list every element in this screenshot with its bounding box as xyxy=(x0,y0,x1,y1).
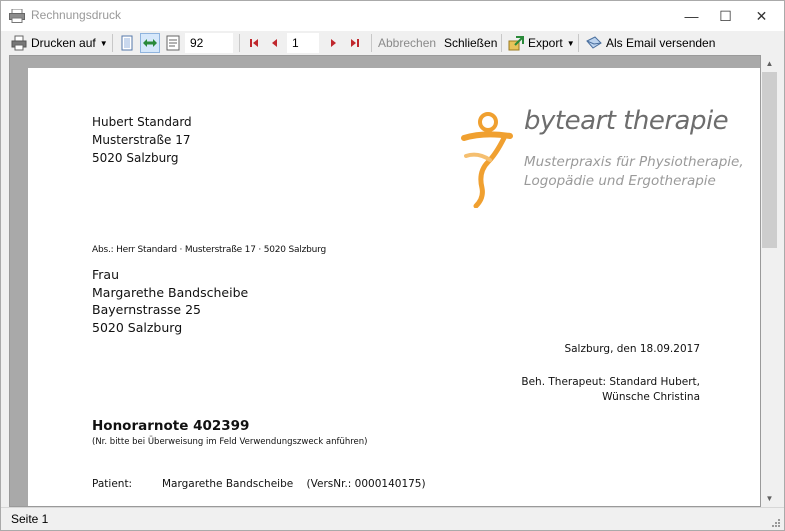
toolbar-separator xyxy=(112,34,113,52)
print-to-button[interactable]: Drucken auf ▼ xyxy=(11,32,108,54)
document-preview-area[interactable]: Hubert Standard Musterstraße 17 5020 Sal… xyxy=(9,55,761,507)
patient-value: Margarethe Bandscheibe (VersNr.: 0000140… xyxy=(162,478,426,490)
fit-width-icon xyxy=(143,39,157,47)
next-page-button[interactable] xyxy=(325,32,345,54)
toolbar-separator xyxy=(578,34,579,52)
recipient-address: Frau Margarethe Bandscheibe Bayernstrass… xyxy=(92,266,248,336)
first-page-button[interactable] xyxy=(246,32,266,54)
sender-address: Hubert Standard Musterstraße 17 5020 Sal… xyxy=(92,113,192,167)
status-bar: Seite 1 xyxy=(1,507,784,530)
export-icon xyxy=(508,36,524,51)
toolbar-separator xyxy=(371,34,372,52)
dropdown-arrow-icon: ▼ xyxy=(99,38,108,48)
toolbar: Drucken auf ▼ 92 1 Abbrechen Schließen E… xyxy=(1,31,784,55)
cancel-button[interactable]: Abbrechen xyxy=(378,32,436,54)
send-email-label: Als Email versenden xyxy=(606,36,716,50)
printer-app-icon xyxy=(9,9,25,23)
date-line: Salzburg, den 18.09.2017 xyxy=(564,343,700,355)
last-page-icon xyxy=(351,39,359,47)
fit-width-button[interactable] xyxy=(140,33,160,53)
scrollbar-thumb[interactable] xyxy=(762,72,777,248)
scroll-up-arrow-icon[interactable]: ▲ xyxy=(761,55,778,72)
scroll-down-arrow-icon[interactable]: ▼ xyxy=(761,490,778,507)
page-number-input[interactable] xyxy=(287,33,319,53)
invoice-note: (Nr. bitte bei Überweisung im Feld Verwe… xyxy=(92,437,368,447)
printer-icon xyxy=(11,35,27,51)
single-page-icon xyxy=(121,35,133,51)
previous-page-button[interactable] xyxy=(267,32,287,54)
whole-page-icon xyxy=(166,35,180,51)
first-page-icon xyxy=(250,39,258,47)
zoom-input[interactable] xyxy=(185,33,233,53)
therapist-line: Wünsche Christina xyxy=(602,391,700,403)
therapist-line: Beh. Therapeut: Standard Hubert, xyxy=(521,376,700,388)
print-preview-window: Rechnungsdruck — ☐ ✕ Drucken auf ▼ 92 1 … xyxy=(0,0,785,531)
print-to-label: Drucken auf xyxy=(31,36,96,50)
export-button[interactable]: Export ▼ xyxy=(508,32,575,54)
recipient-line: Margarethe Bandscheibe xyxy=(92,284,249,300)
logo-wordmark: byteart therapie xyxy=(524,106,729,136)
recipient-line: 5020 Salzburg xyxy=(92,319,183,335)
toolbar-separator xyxy=(501,34,502,52)
invoice-title: Honorarnote 402399 xyxy=(92,418,250,434)
logo-subtitle: Musterpraxis für Physiotherapie, Logopäd… xyxy=(524,153,744,191)
whole-page-button[interactable] xyxy=(165,32,185,54)
toolbar-separator xyxy=(239,34,240,52)
title-bar: Rechnungsdruck — ☐ ✕ xyxy=(1,1,784,31)
last-page-button[interactable] xyxy=(347,32,367,54)
close-window-button[interactable]: ✕ xyxy=(739,1,784,31)
close-preview-button[interactable]: Schließen xyxy=(444,32,497,54)
single-page-view-button[interactable] xyxy=(119,32,139,54)
next-page-icon xyxy=(331,39,336,47)
sender-line: Musterstraße 17 xyxy=(92,133,191,147)
resize-grip-icon[interactable] xyxy=(770,517,780,527)
therapist-info: Beh. Therapeut: Standard Hubert, Wünsche… xyxy=(521,375,700,405)
page-status-label: Seite 1 xyxy=(11,512,49,526)
document-page: Hubert Standard Musterstraße 17 5020 Sal… xyxy=(28,68,760,506)
byteart-logo-figure xyxy=(461,112,513,208)
window-title: Rechnungsdruck xyxy=(31,8,122,22)
sender-line: 5020 Salzburg xyxy=(92,151,179,165)
vertical-scrollbar[interactable]: ▲ ▼ xyxy=(761,55,778,507)
previous-page-icon xyxy=(272,39,277,47)
recipient-line: Bayernstrasse 25 xyxy=(92,302,201,317)
patient-label: Patient: xyxy=(92,478,133,490)
email-icon xyxy=(586,36,602,49)
logo-subtitle-line: Logopädie und Ergotherapie xyxy=(524,173,716,189)
recipient-line: Frau xyxy=(92,267,120,282)
send-email-button[interactable]: Als Email versenden xyxy=(586,32,715,54)
sender-line: Hubert Standard xyxy=(92,115,192,129)
export-label: Export xyxy=(528,36,563,50)
dropdown-arrow-icon: ▼ xyxy=(566,38,575,48)
logo-subtitle-line: Musterpraxis für Physiotherapie, xyxy=(524,154,744,170)
return-address: Abs.: Herr Standard · Musterstraße 17 · … xyxy=(92,245,326,255)
